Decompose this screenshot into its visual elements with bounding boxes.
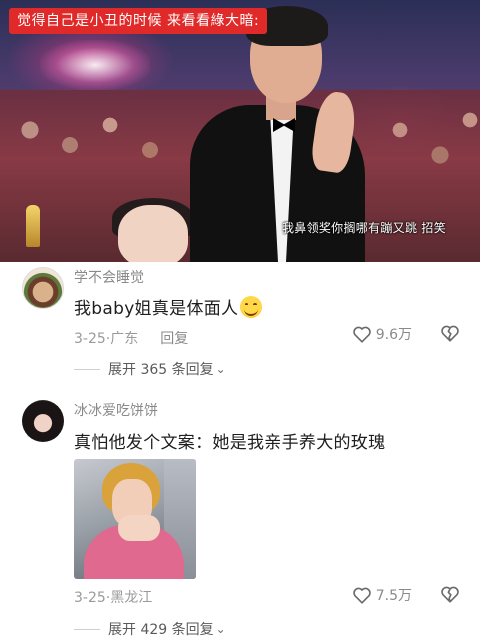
dislike-button[interactable] — [440, 324, 460, 346]
chevron-down-icon: ⌄ — [215, 622, 226, 636]
broken-heart-icon — [441, 325, 459, 342]
comment-date: 3-25 — [74, 331, 106, 347]
heart-icon — [352, 326, 371, 343]
comment-date: 3-25 — [74, 590, 106, 606]
dislike-button[interactable] — [440, 585, 460, 607]
comment-location: 广东 — [110, 331, 139, 347]
comment-meta: 3-25·广东 回复 — [74, 331, 189, 347]
stage-light — [40, 40, 150, 90]
reply-button[interactable]: 回复 — [160, 331, 188, 347]
expand-replies-label: 展开 365 条回复 — [108, 362, 214, 378]
expand-replies-label: 展开 429 条回复 — [108, 622, 214, 638]
like-count: 7.5万 — [375, 588, 412, 604]
like-button[interactable]: 9.6万 — [352, 324, 412, 344]
smiling-face-icon — [240, 296, 263, 318]
comment-image[interactable] — [74, 459, 196, 579]
video-subtitle: 我鼻领奖你搁哪有蹦又跳 招笑 — [281, 221, 446, 235]
video-frame[interactable]: 觉得自己是小丑的时候 来看看綠大暗: 我鼻领奖你搁哪有蹦又跳 招笑 — [0, 0, 480, 262]
comment-username[interactable]: 学不会睡觉 — [74, 267, 144, 287]
divider-line — [74, 628, 100, 630]
expand-replies-button[interactable]: 展开 429 条回复 ⌄ — [74, 619, 226, 639]
comment-item: 冰冰爱吃饼饼 真怕他发个文案：她是我亲手养大的玫瑰 3-25·黑龙江 7.5万 … — [0, 392, 480, 640]
chevron-down-icon: ⌄ — [215, 362, 226, 376]
comment-meta: 3-25·黑龙江 — [74, 590, 153, 606]
comment-username[interactable]: 冰冰爱吃饼饼 — [74, 400, 158, 420]
woman-face — [118, 205, 188, 262]
comment-text: 我baby姐真是体面人 — [74, 294, 263, 319]
divider-line — [74, 368, 100, 370]
broken-heart-icon — [441, 586, 459, 603]
comment-text-content: 我baby姐真是体面人 — [74, 299, 239, 319]
heart-icon — [352, 587, 371, 604]
avatar[interactable] — [22, 267, 64, 309]
like-count: 9.6万 — [375, 327, 412, 343]
comment-location: 黑龙江 — [110, 590, 153, 606]
like-button[interactable]: 7.5万 — [352, 585, 412, 605]
expand-replies-button[interactable]: 展开 365 条回复 ⌄ — [74, 359, 226, 379]
comment-text: 真怕他发个文案：她是我亲手养大的玫瑰 — [74, 433, 386, 453]
avatar[interactable] — [22, 400, 64, 442]
comment-item: 学不会睡觉 我baby姐真是体面人 3-25·广东 回复 9.6万 展开 365 … — [0, 262, 480, 382]
trophy-icon — [26, 205, 40, 247]
video-top-caption: 觉得自己是小丑的时候 来看看綠大暗: — [9, 8, 268, 34]
